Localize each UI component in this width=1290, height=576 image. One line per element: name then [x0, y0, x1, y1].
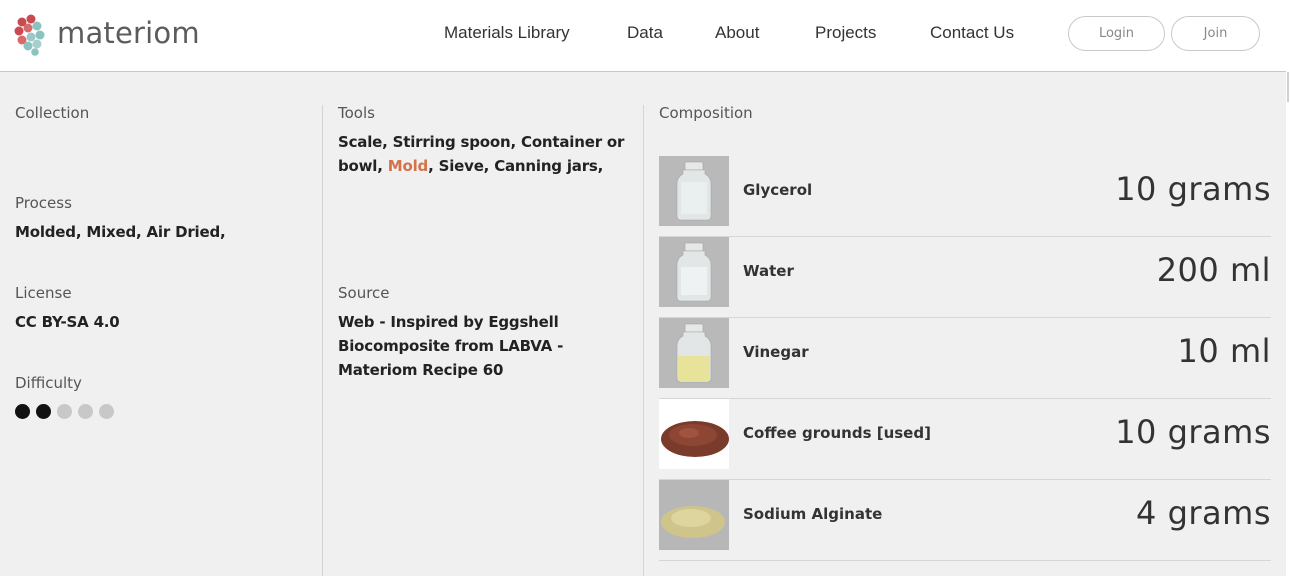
- site-header: materiom Materials Library Data About Pr…: [0, 0, 1286, 72]
- license-value: CC BY-SA 4.0: [15, 313, 120, 331]
- composition-label: Composition: [659, 104, 753, 122]
- tool-link-mold[interactable]: Mold: [388, 157, 429, 175]
- composition-item[interactable]: Vinegar 10 ml: [659, 318, 1271, 399]
- difficulty-dot: [15, 404, 30, 419]
- process-value: Molded, Mixed, Air Dried,: [15, 223, 226, 241]
- powder-pile-icon: [659, 480, 729, 550]
- source-line: Web - Inspired by Eggshell: [338, 313, 559, 331]
- source-value: Web - Inspired by Eggshell Biocomposite …: [338, 310, 633, 382]
- materiom-logo-icon: [14, 14, 52, 56]
- scrollbar[interactable]: [1286, 0, 1290, 576]
- brand-name: materiom: [57, 15, 200, 50]
- coffee-pile-icon: [659, 399, 729, 469]
- process-label: Process: [15, 194, 72, 212]
- source-line: Materiom Recipe 60: [338, 361, 504, 379]
- difficulty-label: Difficulty: [15, 374, 82, 392]
- composition-item-name: Water: [743, 262, 794, 280]
- composition-item-quantity: 200 ml: [1156, 251, 1271, 289]
- composition-item-quantity: 10 grams: [1115, 413, 1271, 451]
- tools-text: bowl,: [338, 157, 388, 175]
- tools-label: Tools: [338, 104, 375, 122]
- tools-text: , Sieve, Canning jars,: [428, 157, 604, 175]
- brand-logo[interactable]: materiom: [14, 14, 200, 56]
- tools-line: bowl, Mold, Sieve, Canning jars,: [338, 154, 633, 178]
- difficulty-dot: [99, 404, 114, 419]
- jar-yellow-icon: [659, 318, 729, 388]
- tools-value: Scale, Stirring spoon, Container or bowl…: [338, 130, 633, 178]
- collection-label: Collection: [15, 104, 90, 122]
- composition-item-quantity: 10 grams: [1115, 170, 1271, 208]
- composition-item-quantity: 4 grams: [1136, 494, 1271, 532]
- composition-item[interactable]: Glycerol 10 grams: [659, 156, 1271, 237]
- difficulty-dot: [36, 404, 51, 419]
- login-button[interactable]: Login: [1068, 16, 1165, 51]
- difficulty-dot: [78, 404, 93, 419]
- source-label: Source: [338, 284, 390, 302]
- composition-item-name: Glycerol: [743, 181, 813, 199]
- column-divider: [643, 105, 644, 576]
- nav-data[interactable]: Data: [627, 23, 663, 43]
- jar-clear-icon: [659, 237, 729, 307]
- composition-item-quantity: 10 ml: [1177, 332, 1271, 370]
- composition-item[interactable]: Coffee grounds [used] 10 grams: [659, 399, 1271, 480]
- license-label: License: [15, 284, 72, 302]
- difficulty-rating: [15, 404, 114, 419]
- difficulty-dot: [57, 404, 72, 419]
- nav-projects[interactable]: Projects: [815, 23, 876, 43]
- nav-about[interactable]: About: [715, 23, 759, 43]
- source-line: Biocomposite from LABVA -: [338, 337, 564, 355]
- nav-contact-us[interactable]: Contact Us: [930, 23, 1014, 43]
- join-button[interactable]: Join: [1171, 16, 1260, 51]
- composition-item[interactable]: Water 200 ml: [659, 237, 1271, 318]
- composition-item[interactable]: Sodium Alginate 4 grams: [659, 480, 1271, 561]
- jar-clear-icon: [659, 156, 729, 226]
- column-divider: [322, 105, 323, 576]
- composition-item-name: Vinegar: [743, 343, 809, 361]
- tools-line: Scale, Stirring spoon, Container or: [338, 133, 625, 151]
- composition-item-name: Sodium Alginate: [743, 505, 883, 523]
- composition-item-name: Coffee grounds [used]: [743, 424, 931, 442]
- nav-materials-library[interactable]: Materials Library: [444, 23, 570, 43]
